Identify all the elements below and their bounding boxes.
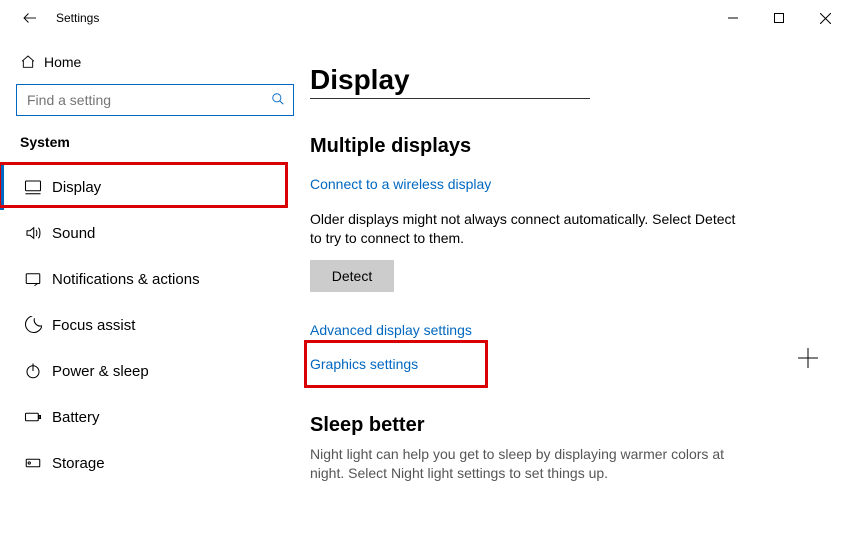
sidebar-item-label: Battery [52, 409, 100, 426]
link-advanced-display[interactable]: Advanced display settings [310, 322, 472, 338]
search-input-wrap[interactable] [16, 84, 294, 116]
sidebar-item-label: Power & sleep [52, 363, 149, 380]
sidebar-home[interactable]: Home [0, 42, 310, 82]
sidebar-item-battery[interactable]: Battery [0, 394, 310, 440]
link-wireless-display[interactable]: Connect to a wireless display [310, 176, 491, 192]
sidebar-home-label: Home [44, 54, 81, 70]
section-multiple-displays: Multiple displays [310, 135, 818, 158]
sidebar-item-focus-assist[interactable]: Focus assist [0, 302, 310, 348]
sidebar-item-notifications[interactable]: Notifications & actions [0, 256, 310, 302]
content: Display Multiple displays Connect to a w… [310, 36, 848, 543]
maximize-button[interactable] [756, 3, 802, 33]
back-button[interactable] [12, 9, 48, 27]
detect-description: Older displays might not always connect … [310, 210, 740, 248]
search-icon [271, 92, 285, 109]
page-title: Display [310, 64, 818, 96]
sidebar-item-label: Sound [52, 225, 95, 242]
sidebar-category: System [0, 124, 310, 164]
section-sleep-better: Sleep better [310, 414, 818, 437]
battery-icon [24, 408, 52, 426]
sleep-better-description: Night light can help you get to sleep by… [310, 445, 740, 483]
home-icon [20, 54, 44, 70]
focus-assist-icon [24, 316, 52, 334]
search-input[interactable] [25, 91, 271, 109]
app-title: Settings [56, 11, 99, 25]
display-icon [24, 178, 52, 196]
titlebar: Settings [0, 0, 848, 36]
sound-icon [24, 224, 52, 242]
detect-button[interactable]: Detect [310, 260, 394, 292]
link-graphics-settings[interactable]: Graphics settings [310, 356, 418, 372]
sidebar-item-power-sleep[interactable]: Power & sleep [0, 348, 310, 394]
sidebar: Home System Display Sou [0, 36, 310, 543]
sidebar-item-label: Display [52, 179, 101, 196]
storage-icon [24, 454, 52, 472]
minimize-button[interactable] [710, 3, 756, 33]
sidebar-item-sound[interactable]: Sound [0, 210, 310, 256]
sidebar-item-label: Notifications & actions [52, 271, 200, 288]
sidebar-item-storage[interactable]: Storage [0, 440, 310, 486]
sidebar-item-label: Focus assist [52, 317, 135, 334]
sidebar-item-display[interactable]: Display [0, 164, 310, 210]
notifications-icon [24, 270, 52, 288]
close-button[interactable] [802, 3, 848, 33]
title-underline [310, 98, 590, 99]
window-controls [710, 3, 848, 33]
power-icon [24, 362, 52, 380]
sidebar-item-label: Storage [52, 455, 105, 472]
